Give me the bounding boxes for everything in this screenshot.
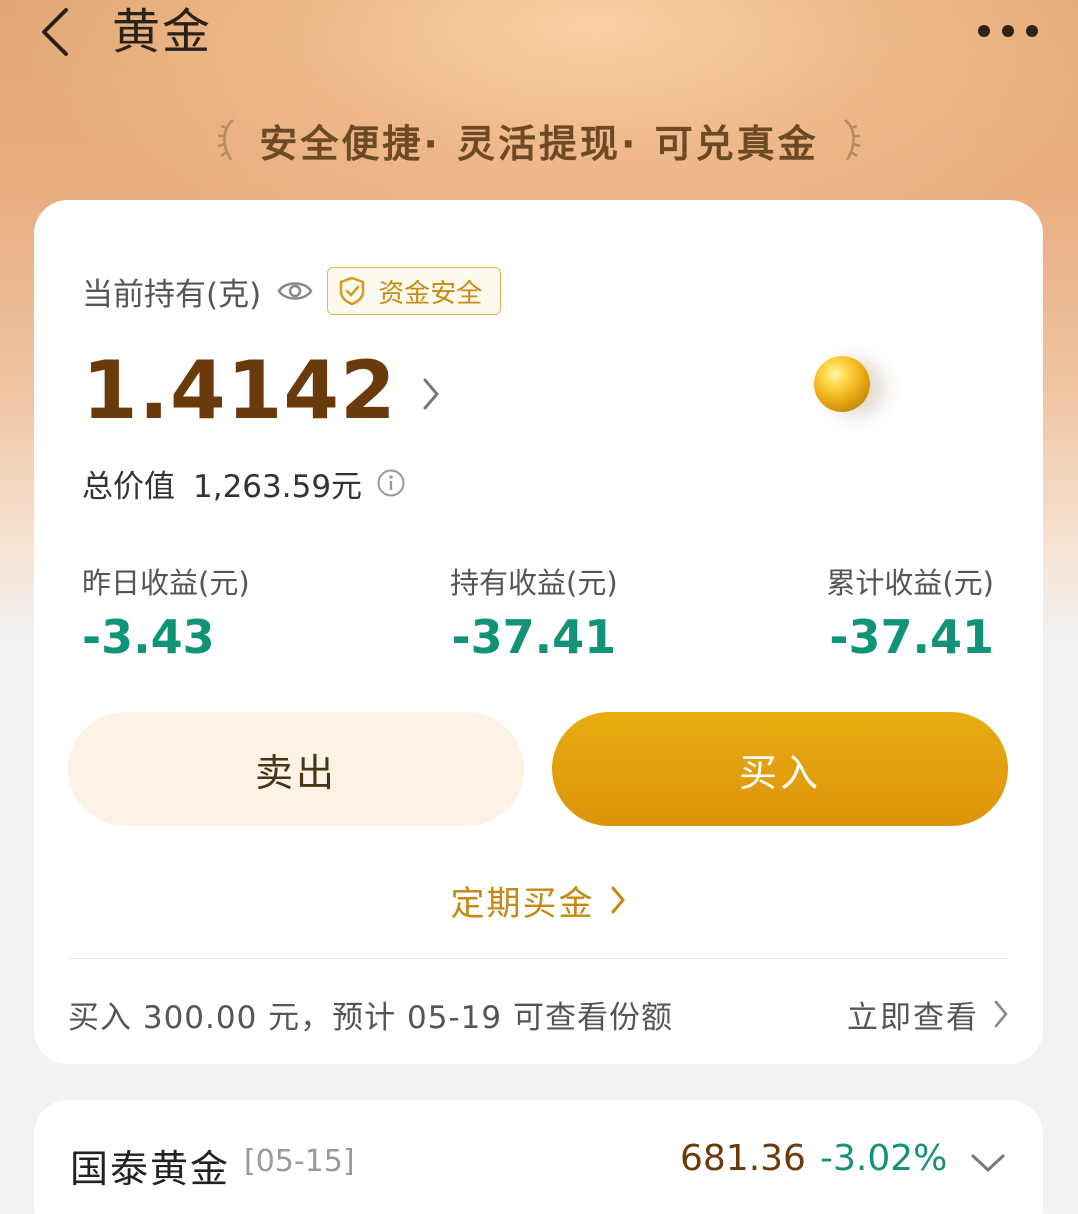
fund-safety-badge[interactable]: 资金安全 (327, 267, 502, 315)
fund-change: -3.02% (820, 1138, 948, 1179)
stat-label: 昨日收益(元) (82, 566, 250, 600)
notice-text: 买入 300.00 元，预计 05-19 可查看份额 (68, 999, 673, 1036)
info-icon[interactable] (376, 468, 406, 498)
eye-icon[interactable] (277, 279, 313, 303)
more-button[interactable] (978, 20, 1042, 42)
holding-card: 当前持有(克) 资金安全 1.4142 总价值 1,263.59元 昨日收益(元… (34, 200, 1043, 1064)
laurel-right-icon (843, 119, 861, 161)
slogan-text: 安全便捷· 灵活提现· 可兑真金 (259, 121, 819, 166)
chevron-down-icon[interactable] (970, 1152, 1006, 1174)
scheduled-buy-link[interactable]: 定期买金 (34, 872, 1043, 928)
holding-header: 当前持有(克) 资金安全 (82, 266, 502, 316)
chevron-left-icon (42, 8, 68, 56)
holding-earnings[interactable]: 持有收益(元) -37.41 (450, 560, 618, 664)
header: 黄金 (0, 0, 1078, 64)
chevron-right-icon (423, 378, 439, 410)
view-now-link[interactable]: 立即查看 (847, 992, 1009, 1037)
stat-label: 累计收益(元) (826, 566, 994, 600)
total-value-label: 总价值 (82, 468, 175, 505)
fund-price: 681.36 (680, 1138, 806, 1179)
stat-label: 持有收益(元) (450, 566, 618, 600)
fund-name: 国泰黄金 (70, 1147, 231, 1191)
fund-card[interactable]: 国泰黄金 [05-15] 681.36 -3.02% (34, 1100, 1043, 1214)
fund-date: [05-15] (244, 1144, 355, 1179)
scheduled-buy-label: 定期买金 (450, 883, 595, 924)
yesterday-earnings[interactable]: 昨日收益(元) -3.43 (82, 560, 250, 664)
more-dot-icon (1002, 25, 1014, 37)
holding-amount: 1.4142 (82, 343, 397, 437)
chevron-right-icon (611, 886, 625, 914)
slogan: 安全便捷· 灵活提现· 可兑真金 (0, 110, 1078, 170)
more-dot-icon (978, 25, 990, 37)
cumulative-earnings[interactable]: 累计收益(元) -37.41 (826, 560, 994, 664)
view-now-label: 立即查看 (847, 999, 979, 1036)
total-value: 1,263.59元 (193, 468, 363, 505)
back-button[interactable] (34, 4, 80, 60)
stat-value: -37.41 (451, 610, 617, 664)
total-value-row: 总价值 1,263.59元 (82, 458, 406, 508)
more-dot-icon (1026, 25, 1038, 37)
divider (68, 958, 1009, 959)
page-title: 黄金 (112, 4, 213, 60)
laurel-left-icon (217, 119, 235, 161)
stat-value: -3.43 (82, 610, 215, 664)
earnings-stats: 昨日收益(元) -3.43 持有收益(元) -37.41 累计收益(元) -37… (82, 560, 994, 670)
chevron-right-icon (994, 1000, 1008, 1028)
safety-badge-label: 资金安全 (378, 278, 483, 309)
holding-amount-link[interactable]: 1.4142 (82, 340, 443, 440)
sell-button[interactable]: 卖出 (68, 712, 524, 826)
buy-button[interactable]: 买入 (552, 712, 1008, 826)
holding-label: 当前持有(克) (82, 276, 262, 313)
shield-check-icon (339, 276, 365, 306)
stat-value: -37.41 (829, 610, 994, 664)
gold-bead-image (814, 356, 870, 412)
pending-purchase-notice: 买入 300.00 元，预计 05-19 可查看份额 立即查看 (68, 986, 1009, 1042)
